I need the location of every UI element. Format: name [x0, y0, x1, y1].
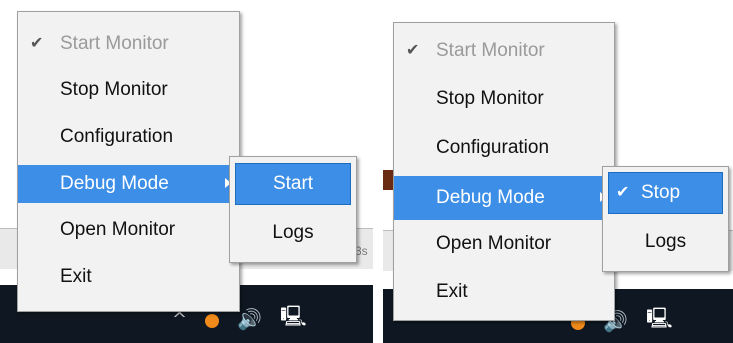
- debug-mode-submenu: Start Logs: [229, 156, 357, 263]
- menu-item-open-monitor[interactable]: Open Monitor: [18, 212, 239, 248]
- submenu-item-label: Logs: [272, 222, 314, 243]
- menu-item-start-monitor[interactable]: ✔ Start Monitor: [394, 33, 614, 69]
- submenu-item-label: Stop: [641, 182, 681, 203]
- menu-item-label: Configuration: [60, 126, 174, 147]
- menu-item-configuration[interactable]: Configuration: [18, 119, 239, 155]
- network-icon[interactable]: 🖳: [280, 302, 307, 336]
- checkmark-icon: ✔: [30, 35, 44, 52]
- submenu-item-start[interactable]: Start: [235, 163, 351, 205]
- menu-item-label: Debug Mode: [60, 173, 169, 194]
- menu-item-debug-mode[interactable]: Debug Mode: [394, 176, 614, 220]
- checkmark-icon: ✔: [406, 42, 420, 59]
- context-menu: ✔ Start Monitor Stop Monitor Configurati…: [17, 11, 240, 312]
- network-icon[interactable]: 🖳: [646, 304, 673, 338]
- checkmark-icon: ✔: [616, 184, 630, 201]
- menu-item-stop-monitor[interactable]: Stop Monitor: [394, 81, 614, 117]
- menu-item-label: Start Monitor: [436, 40, 545, 61]
- menu-item-start-monitor[interactable]: ✔ Start Monitor: [18, 26, 239, 62]
- context-menu: ✔ Start Monitor Stop Monitor Configurati…: [393, 22, 615, 321]
- debug-mode-submenu: ✔ Stop Logs: [602, 166, 729, 272]
- submenu-item-label: Start: [272, 173, 314, 194]
- menu-item-label: Exit: [60, 266, 92, 287]
- menu-item-label: Open Monitor: [60, 219, 176, 240]
- menu-item-label: Stop Monitor: [60, 79, 168, 100]
- menu-item-stop-monitor[interactable]: Stop Monitor: [18, 72, 239, 108]
- screenshot-left: 3s ^ 🔊 🖳 ✔ Start Monitor Stop Monitor Co…: [0, 0, 373, 343]
- menu-item-debug-mode[interactable]: Debug Mode: [18, 165, 239, 203]
- screenshot-right: 3 ^ 🔊 🖳 ✔ Start Monitor Stop Monitor Con…: [383, 0, 733, 343]
- submenu-item-logs[interactable]: Logs: [230, 215, 356, 251]
- submenu-item-stop[interactable]: ✔ Stop: [608, 172, 723, 214]
- menu-item-exit[interactable]: Exit: [18, 259, 239, 295]
- app-icon[interactable]: [205, 314, 220, 328]
- menu-item-label: Configuration: [436, 137, 550, 158]
- menu-item-label: Debug Mode: [436, 187, 545, 208]
- submenu-item-label: Logs: [644, 231, 687, 252]
- menu-item-exit[interactable]: Exit: [394, 274, 614, 310]
- menu-item-open-monitor[interactable]: Open Monitor: [394, 226, 614, 262]
- menu-item-configuration[interactable]: Configuration: [394, 130, 614, 166]
- menu-item-label: Open Monitor: [436, 233, 552, 254]
- menu-item-label: Start Monitor: [60, 33, 169, 54]
- submenu-item-logs[interactable]: Logs: [603, 224, 728, 260]
- menu-item-label: Stop Monitor: [436, 88, 544, 109]
- menu-item-label: Exit: [436, 281, 468, 302]
- speaker-icon[interactable]: 🔊: [237, 307, 262, 331]
